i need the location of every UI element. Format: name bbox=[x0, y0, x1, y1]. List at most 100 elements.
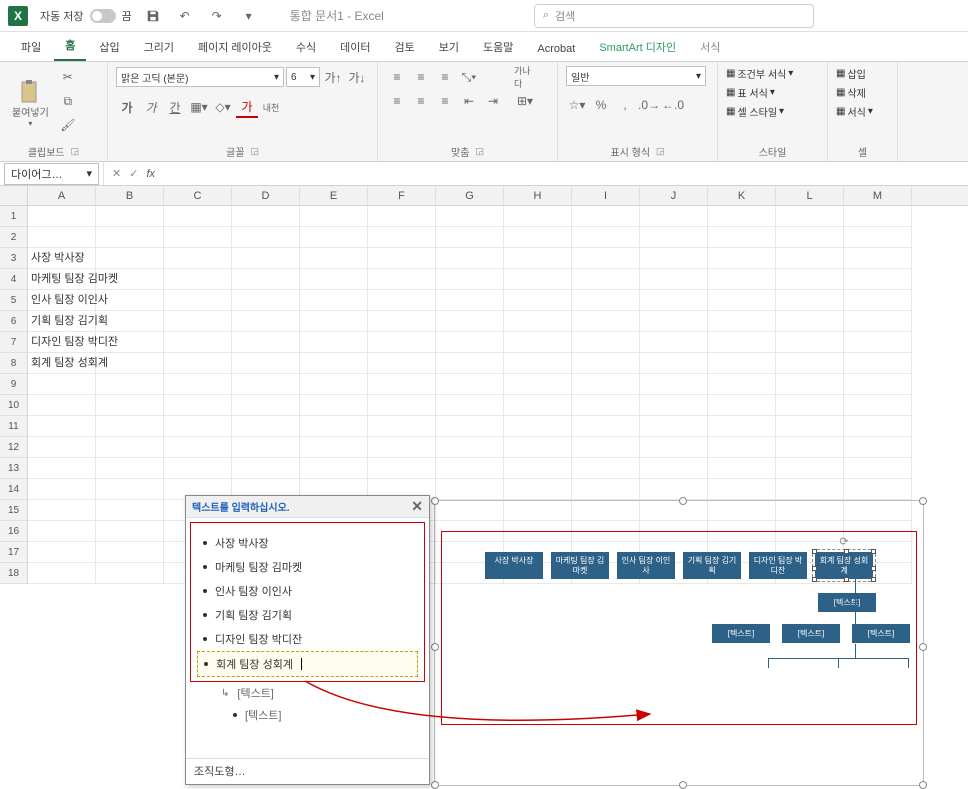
tab-file[interactable]: 파일 bbox=[10, 33, 52, 61]
redo-icon[interactable]: ↷ bbox=[206, 5, 228, 27]
cell[interactable] bbox=[300, 437, 368, 458]
cell[interactable] bbox=[368, 248, 436, 269]
cell[interactable] bbox=[708, 479, 776, 500]
cell[interactable] bbox=[96, 500, 164, 521]
align-bottom-icon[interactable]: ≡ bbox=[434, 66, 456, 88]
tab-review[interactable]: 검토 bbox=[384, 33, 426, 61]
bullet-item[interactable]: 인사 팀장 이인사 bbox=[197, 579, 418, 603]
cell[interactable] bbox=[572, 248, 640, 269]
increase-font-icon[interactable]: 가↑ bbox=[322, 66, 344, 88]
cell[interactable] bbox=[504, 374, 572, 395]
currency-icon[interactable]: ☆▾ bbox=[566, 94, 588, 116]
cell[interactable] bbox=[28, 479, 96, 500]
font-color-button[interactable]: 가 bbox=[236, 96, 258, 118]
percent-icon[interactable]: % bbox=[590, 94, 612, 116]
table-format-button[interactable]: ▦ 표 서식 ▾ bbox=[726, 85, 819, 100]
cell[interactable] bbox=[232, 374, 300, 395]
cell[interactable] bbox=[844, 416, 912, 437]
cell[interactable] bbox=[504, 248, 572, 269]
col-header[interactable]: C bbox=[164, 186, 232, 205]
org-box-selected[interactable]: ⟳ 회계 팀장 성회계 bbox=[815, 552, 873, 579]
cell[interactable] bbox=[776, 227, 844, 248]
orientation-icon[interactable]: ⤡▾ bbox=[458, 66, 480, 88]
cell[interactable] bbox=[232, 269, 300, 290]
undo-icon[interactable]: ↶ bbox=[174, 5, 196, 27]
wrap-text-button[interactable]: 가나다 bbox=[514, 66, 536, 88]
cell[interactable] bbox=[776, 332, 844, 353]
name-box[interactable]: 다이어그…▾ bbox=[4, 163, 99, 185]
cell[interactable] bbox=[164, 353, 232, 374]
cell[interactable] bbox=[640, 374, 708, 395]
cell[interactable]: 마케팅 팀장 김마켓 bbox=[28, 269, 96, 290]
cell[interactable] bbox=[572, 416, 640, 437]
selection-handle[interactable] bbox=[919, 643, 927, 651]
cell[interactable] bbox=[96, 395, 164, 416]
cell[interactable] bbox=[776, 206, 844, 227]
cell[interactable] bbox=[96, 374, 164, 395]
cell[interactable] bbox=[436, 227, 504, 248]
copy-icon[interactable]: ⧉ bbox=[57, 90, 79, 112]
bullet-item-editing[interactable]: 회계 팀장 성회계 bbox=[197, 651, 418, 677]
cell[interactable] bbox=[232, 395, 300, 416]
row-header[interactable]: 18 bbox=[0, 563, 28, 584]
cell[interactable] bbox=[572, 206, 640, 227]
col-header[interactable]: L bbox=[776, 186, 844, 205]
indent-increase-icon[interactable]: ⇥ bbox=[482, 90, 504, 112]
cell-style-button[interactable]: ▦ 셀 스타일 ▾ bbox=[726, 104, 819, 119]
cell[interactable] bbox=[96, 521, 164, 542]
bullet-item[interactable]: 마케팅 팀장 김마켓 bbox=[197, 555, 418, 579]
col-header[interactable]: J bbox=[640, 186, 708, 205]
cell[interactable] bbox=[572, 437, 640, 458]
cell[interactable] bbox=[96, 332, 164, 353]
cell[interactable] bbox=[708, 311, 776, 332]
cell[interactable] bbox=[776, 311, 844, 332]
tab-insert[interactable]: 삽입 bbox=[88, 33, 130, 61]
cell[interactable] bbox=[164, 374, 232, 395]
cell[interactable] bbox=[300, 374, 368, 395]
selection-handle[interactable] bbox=[431, 497, 439, 505]
cell[interactable] bbox=[232, 353, 300, 374]
org-sub-box[interactable]: [텍스트] bbox=[852, 624, 910, 643]
cell[interactable] bbox=[436, 416, 504, 437]
row-header[interactable]: 14 bbox=[0, 479, 28, 500]
cell[interactable] bbox=[436, 206, 504, 227]
cell[interactable] bbox=[504, 479, 572, 500]
cell[interactable] bbox=[436, 437, 504, 458]
cell[interactable] bbox=[776, 437, 844, 458]
bullet-item[interactable]: 사장 박사장 bbox=[197, 531, 418, 555]
cell[interactable] bbox=[708, 206, 776, 227]
cell[interactable] bbox=[572, 227, 640, 248]
cell[interactable] bbox=[776, 416, 844, 437]
row-header[interactable]: 9 bbox=[0, 374, 28, 395]
row-header[interactable]: 13 bbox=[0, 458, 28, 479]
cell[interactable] bbox=[368, 311, 436, 332]
tab-format[interactable]: 서식 bbox=[689, 33, 731, 61]
cell[interactable] bbox=[436, 458, 504, 479]
cell[interactable] bbox=[504, 269, 572, 290]
underline-button[interactable]: 간 bbox=[164, 96, 186, 118]
cell[interactable] bbox=[28, 500, 96, 521]
cell[interactable] bbox=[776, 458, 844, 479]
row-header[interactable]: 4 bbox=[0, 269, 28, 290]
cell[interactable] bbox=[504, 206, 572, 227]
launcher-icon[interactable]: ◲ bbox=[656, 146, 665, 157]
smartart-canvas[interactable]: 사장 박사장 마케팅 팀장 김마켓 인사 팀장 이인사 기획 팀장 김기획 디자… bbox=[434, 500, 924, 786]
cell[interactable] bbox=[232, 458, 300, 479]
cell[interactable]: 인사 팀장 이인사 bbox=[28, 290, 96, 311]
text-pane-footer[interactable]: 조직도형… bbox=[186, 758, 429, 783]
bullet-item[interactable]: 기획 팀장 김기획 bbox=[197, 603, 418, 627]
cell[interactable] bbox=[708, 416, 776, 437]
cell[interactable] bbox=[368, 353, 436, 374]
cell[interactable] bbox=[28, 521, 96, 542]
cell[interactable] bbox=[640, 227, 708, 248]
search-input[interactable]: ⌕ 검색 bbox=[534, 4, 814, 28]
org-box[interactable]: 마케팅 팀장 김마켓 bbox=[551, 552, 609, 579]
col-header[interactable]: H bbox=[504, 186, 572, 205]
cell[interactable] bbox=[844, 437, 912, 458]
cell[interactable] bbox=[164, 416, 232, 437]
selection-handle[interactable] bbox=[679, 781, 687, 789]
cell[interactable] bbox=[640, 290, 708, 311]
cell[interactable] bbox=[96, 479, 164, 500]
cell[interactable] bbox=[436, 248, 504, 269]
font-name-dropdown[interactable]: 맑은 고딕 (본문)▾ bbox=[116, 67, 284, 87]
